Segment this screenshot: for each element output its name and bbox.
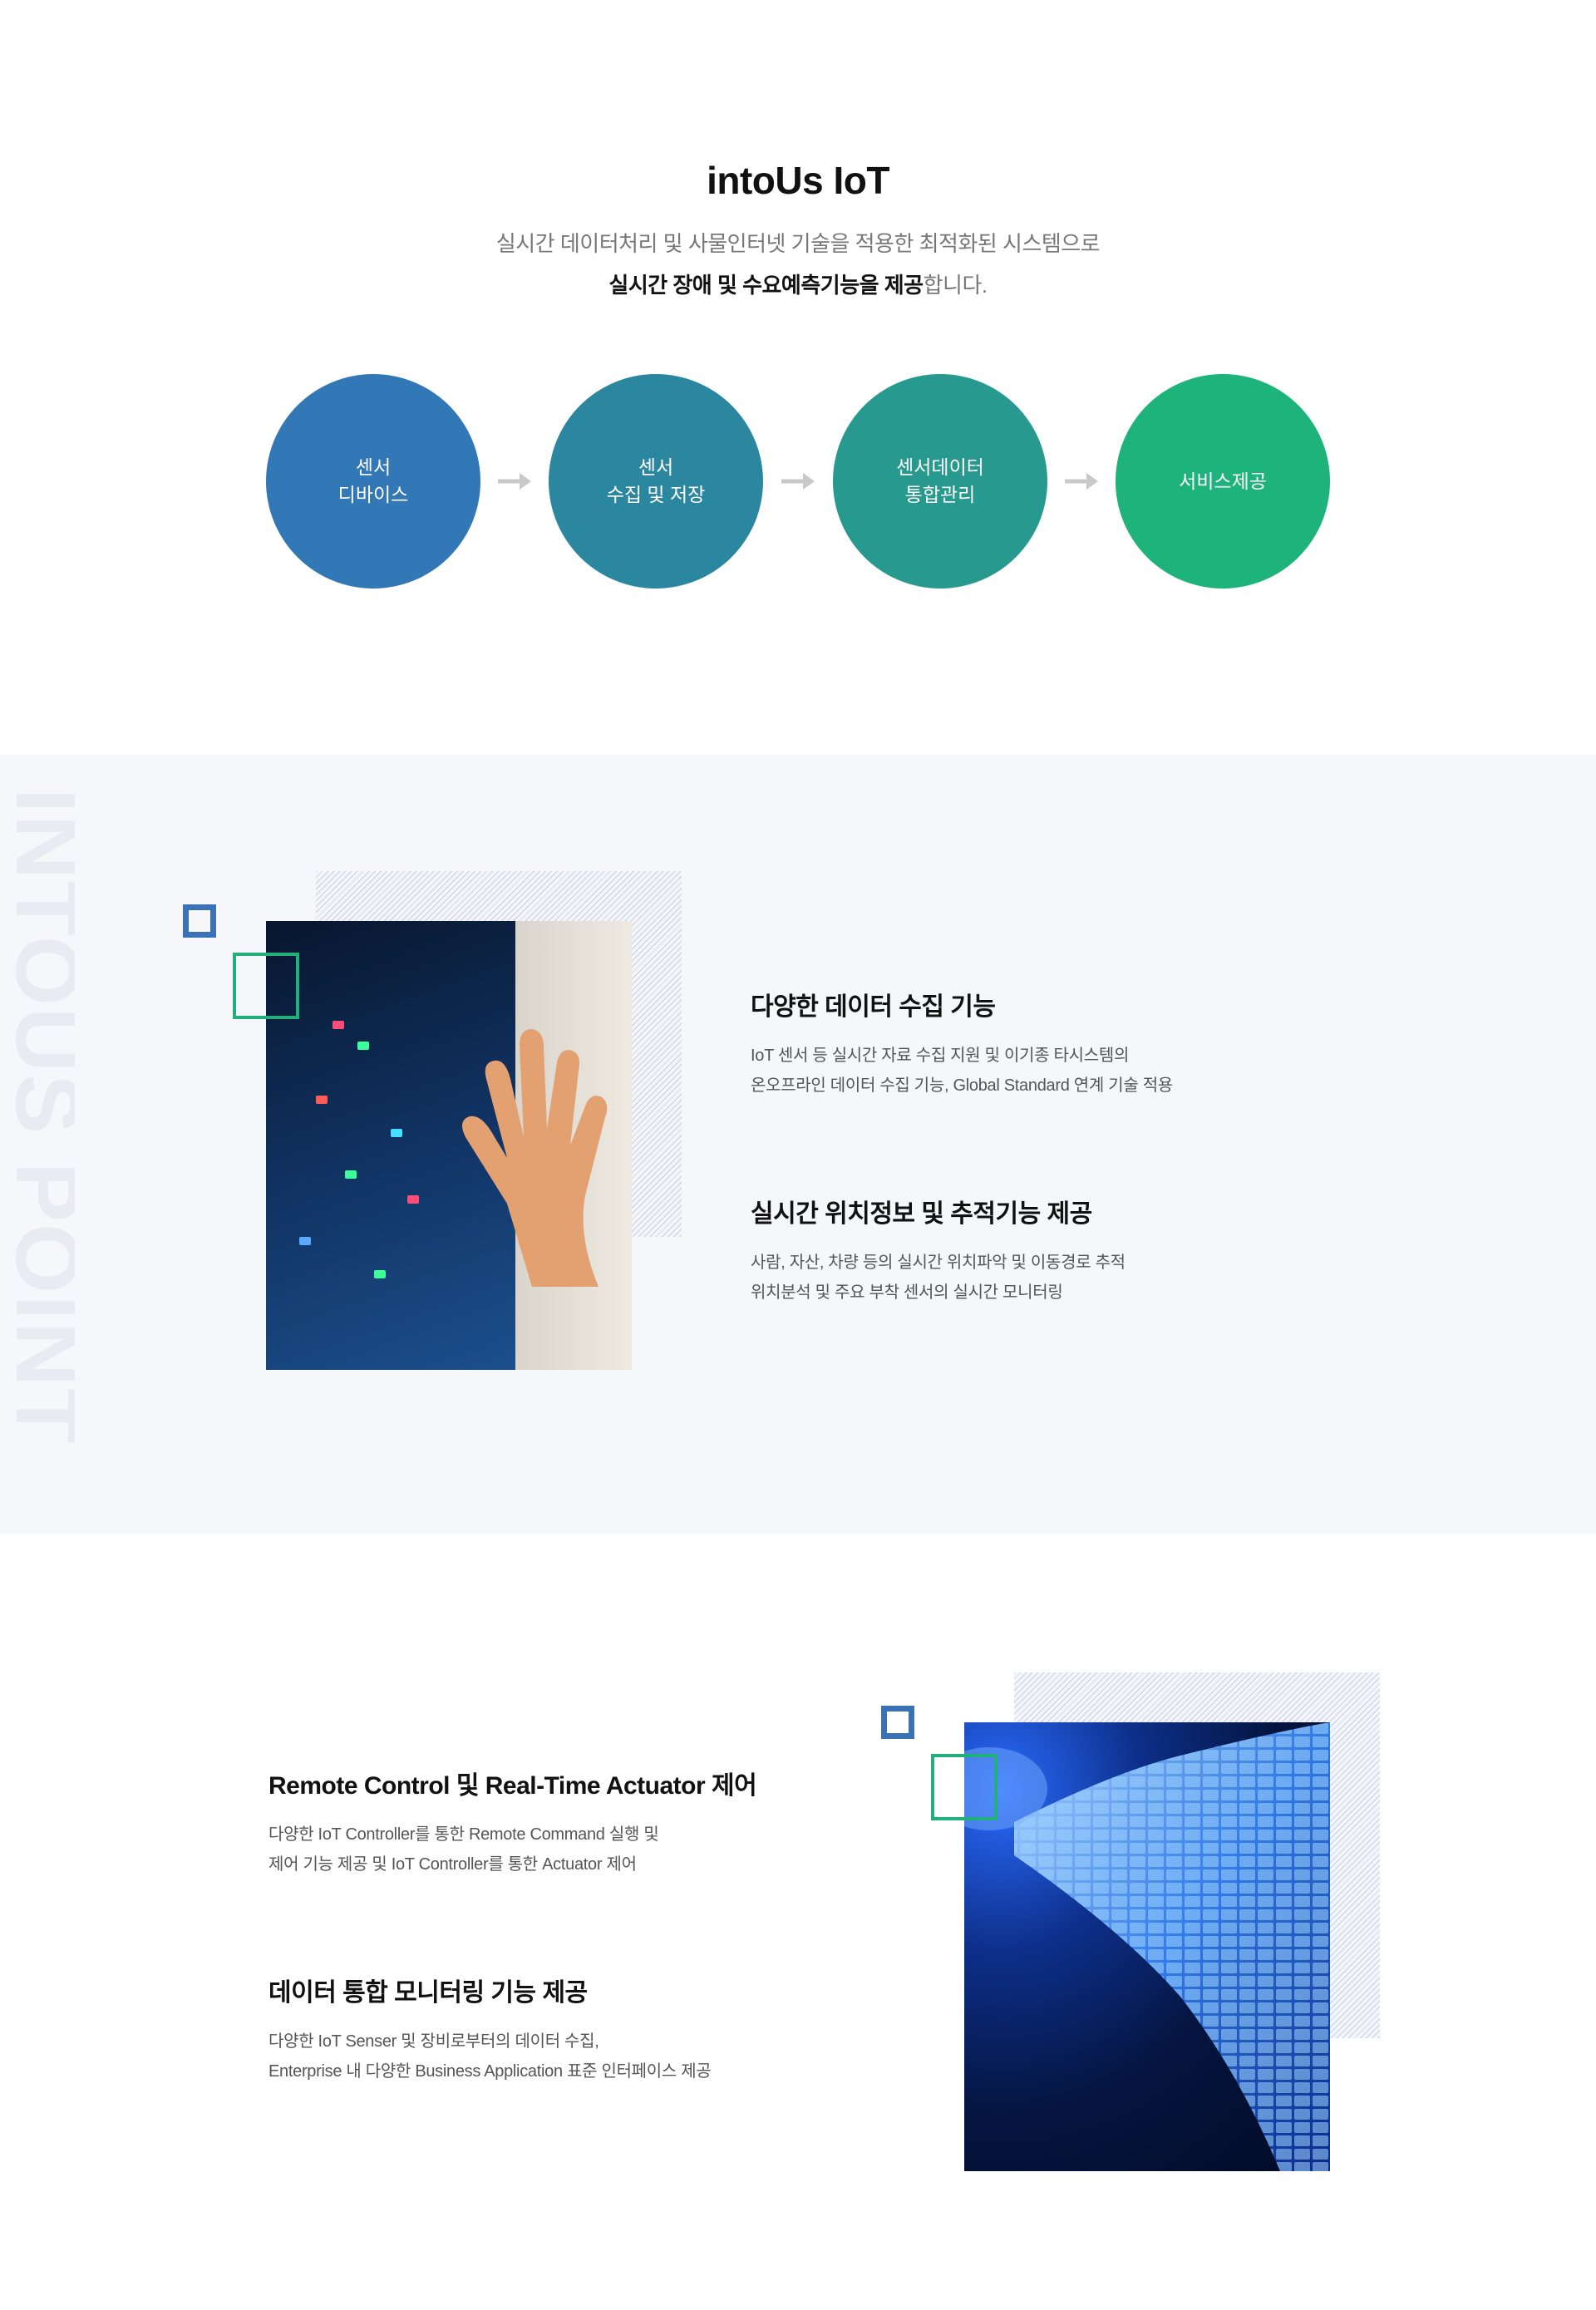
flow-step-label: 센서데이터 [896,456,984,478]
intro-description: 실시간 데이터처리 및 사물인터넷 기술을 적용한 최적화된 시스템으로 실시간… [0,223,1596,306]
intro-desc-line2: 실시간 장애 및 수요예측기능을 제공합니다. [0,264,1596,306]
process-flow: 센서 디바이스 센서 수집 및 저장 센서데이터 통합관리 서비스제공 [266,374,1330,590]
flow-step-sensor-device: 센서 디바이스 [266,374,480,589]
feature-description: IoT 센서 등 실시간 자료 수집 지원 및 이기종 타시스템의 온오프라인 … [751,1047,1173,1095]
intro-desc-highlight: 실시간 장애 및 수요예측기능을 제공 [608,273,924,298]
flow-step-label: 서비스제공 [1179,470,1267,492]
flow-step-label: 센서 [355,456,392,478]
flow-step-label: 통합관리 [904,484,976,505]
data-wave-photo [964,1722,1330,2171]
feature-integrated-monitoring: 데이터 통합 모니터링 기능 제공 다양한 IoT Senser 및 장비로부터… [268,1972,712,2086]
flow-step-label: 디바이스 [337,484,409,505]
points-section: INTOUS POINT 다양한 데이터 수집 기능 IoT 센서 등 실시간 … [0,755,1596,1534]
flow-step-label: 수집 및 저장 [606,484,706,505]
flow-step-data-management: 센서데이터 통합관리 [833,374,1047,589]
feature-description: 사람, 자산, 차량 등의 실시간 위치파악 및 이동경로 추적 위치분석 및 … [751,1254,1126,1302]
arrow-right-icon [498,473,531,490]
feature-title: 실시간 위치정보 및 추적기능 제공 [751,1200,1092,1228]
feature-data-collection: 다양한 데이터 수집 기능 IoT 센서 등 실시간 자료 수집 지원 및 이기… [751,986,1173,1101]
feature-description: 다양한 IoT Senser 및 장비로부터의 데이터 수집, Enterpri… [268,2032,712,2081]
intro-desc-line1: 실시간 데이터처리 및 사물인터넷 기술을 적용한 최적화된 시스템으로 [495,231,1101,256]
feature-title: Remote Control 및 Real-Time Actuator 제어 [268,1772,757,1800]
decorative-square-green [233,953,299,1019]
decorative-square-blue [881,1706,914,1739]
section-watermark: INTOUS POINT [0,788,75,1445]
flow-step-label: 센서 [638,456,674,478]
touchscreen-photo [266,921,632,1370]
feature-remote-control: Remote Control 및 Real-Time Actuator 제어 다… [268,1765,757,1879]
flow-step-collect-store: 센서 수집 및 저장 [549,374,763,589]
feature-title: 데이터 통합 모니터링 기능 제공 [268,1979,588,2007]
arrow-right-icon [781,473,815,490]
feature-description: 다양한 IoT Controller를 통한 Remote Command 실행… [268,1825,659,1874]
flow-step-service: 서비스제공 [1116,374,1330,589]
intro-section: intoUs IoT 실시간 데이터처리 및 사물인터넷 기술을 적용한 최적화… [0,0,1596,755]
screen-wave-graphic [964,1722,1330,2171]
svg-text:INTOUS POINT: INTOUS POINT [0,788,75,1445]
page-title: intoUs IoT [707,159,889,202]
arrow-right-icon [1065,473,1098,490]
feature-title: 다양한 데이터 수집 기능 [751,993,996,1021]
hand-graphic [462,1029,608,1287]
feature-location-tracking: 실시간 위치정보 및 추적기능 제공 사람, 자산, 차량 등의 실시간 위치파… [751,1193,1126,1308]
intro-desc-suffix: 합니다. [923,273,988,298]
decorative-square-blue [183,904,216,938]
control-monitoring-section: Remote Control 및 Real-Time Actuator 제어 다… [0,1534,1596,2310]
decorative-square-green [931,1754,998,1820]
